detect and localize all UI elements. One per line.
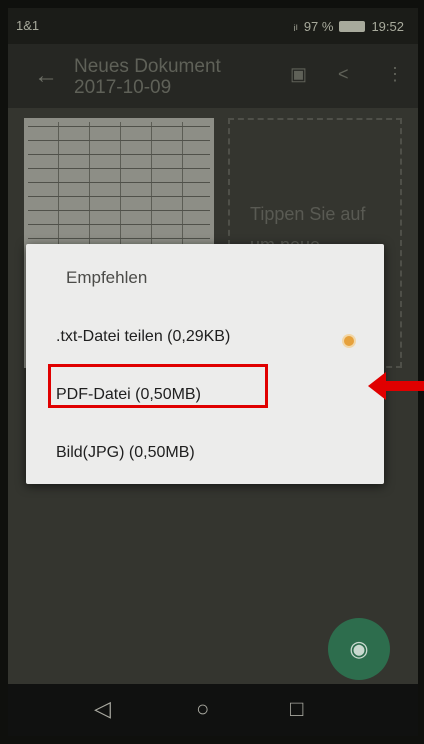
title-line-1: Neues Dokument — [74, 56, 221, 77]
carrier-label: 1&1 — [16, 18, 40, 33]
battery-percent: 97 % — [303, 18, 334, 34]
document-title: Neues Dokument 2017-10-09 — [74, 56, 221, 98]
add-hint-line-1: Tippen Sie auf — [250, 204, 366, 224]
nav-recent-icon[interactable]: □ — [290, 696, 303, 722]
navigation-bar: ◁ ○ □ — [8, 684, 418, 736]
recommended-dot-icon — [344, 336, 354, 346]
title-line-2: 2017-10-09 — [74, 77, 172, 98]
status-bar: 1&1 ᵢₗ 97 % 19:52 — [8, 8, 418, 44]
dialog-title: Empfehlen — [66, 268, 148, 287]
back-arrow-icon[interactable]: ← — [34, 62, 58, 90]
more-icon[interactable]: ⋮ — [386, 64, 404, 85]
option-txt-share[interactable]: .txt-Datei teilen (0,29KB) — [56, 328, 230, 346]
pdf-highlight-box — [48, 364, 268, 408]
camera-icon: ◉ — [349, 636, 369, 661]
battery-icon — [339, 20, 366, 32]
nav-home-icon[interactable]: ○ — [196, 696, 209, 722]
share-icon[interactable]: < — [338, 64, 349, 85]
status-right: ᵢₗ 97 % 19:52 — [294, 18, 404, 34]
pointer-arrow-icon — [368, 372, 424, 400]
clock: 19:52 — [371, 18, 404, 34]
option-jpg[interactable]: Bild(JPG) (0,50MB) — [56, 444, 195, 462]
app-toolbar: ← Neues Dokument 2017-10-09 ▣ < ⋮ — [8, 44, 418, 108]
pdf-icon[interactable]: ▣ — [290, 64, 307, 85]
nav-back-icon[interactable]: ◁ — [94, 696, 111, 722]
signal-icon: ᵢₗ — [293, 18, 298, 33]
camera-fab-button[interactable]: ◉ — [328, 618, 390, 680]
